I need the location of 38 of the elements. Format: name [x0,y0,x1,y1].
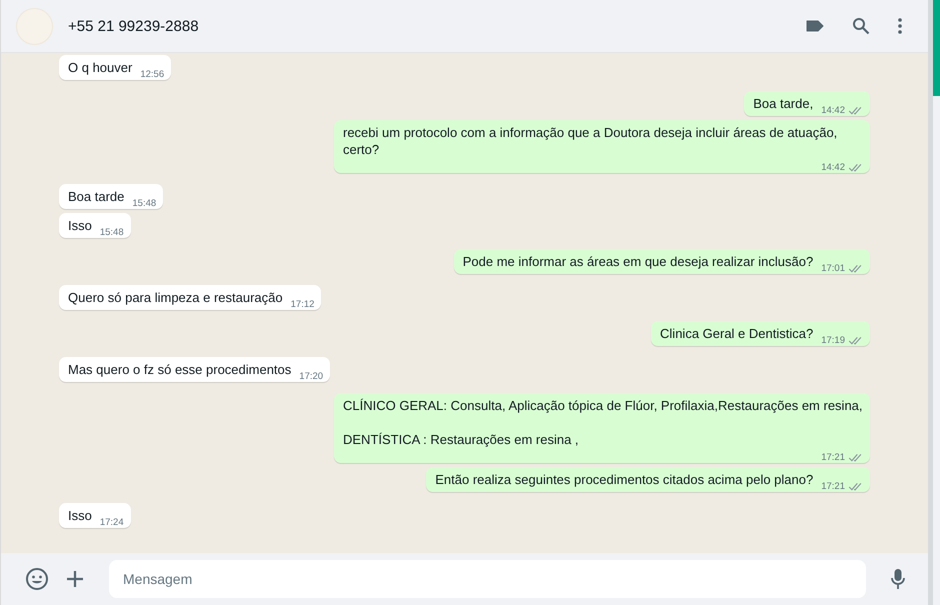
double-check-icon [848,163,863,172]
double-check-icon [848,482,863,491]
message-text: Quero só para limpeza e restauração [68,289,283,306]
message-text: Isso [68,507,92,524]
label-icon[interactable] [806,20,824,32]
message-text: O q houver [68,59,132,76]
emoji-icon[interactable] [25,567,49,591]
message-text: Pode me informar as áreas em que deseja realizar inclusão? [462,253,814,270]
message-time: 17:12 [290,299,314,310]
message-text: Clinica Geral e Dentistica? [660,325,814,342]
message-text: Então realiza seguintes procedimentos citados acima pelo plano? [435,471,814,488]
message-time: 17:21 [821,481,845,492]
message-time: 17:01 [821,263,845,274]
message-time: 17:24 [100,517,124,528]
message-text: Boa tarde, [753,95,814,112]
message-time: 15:48 [100,227,124,238]
message-time: 17:21 [821,452,845,463]
message-text: Mas quero o fz só esse procedimentos [68,361,292,378]
plus-icon[interactable] [65,569,85,589]
menu-icon[interactable] [898,18,902,34]
message-time: 17:19 [821,335,845,346]
message-time: 12:56 [140,69,164,80]
message-text: Boa tarde [68,188,124,205]
search-icon[interactable] [852,17,870,35]
message-text: CLÍNICO GERAL: Consulta, Aplicação tópica de Flúor, Profilaxia,Restaurações em resina, DENTÍSTICA : Restaurações em resina , [343,397,863,448]
message-time: 14:42 [821,105,845,116]
double-check-icon [848,264,863,273]
message-input-field[interactable]: Mensagem [109,560,866,598]
double-check-icon [848,106,863,115]
message-text: recebi um protocolo com a informação que a Doutora deseja incluir áreas de atuação, certo? [343,124,838,158]
message-time: 14:42 [821,162,845,173]
message-time: 17:20 [299,371,324,382]
message-text: Isso [68,217,92,234]
double-check-icon [848,336,863,345]
double-check-icon [848,453,863,462]
message-time: 15:48 [132,198,156,209]
microphone-icon[interactable] [890,568,906,590]
contact-name[interactable]: +55 21 99239-2888 [68,18,199,34]
